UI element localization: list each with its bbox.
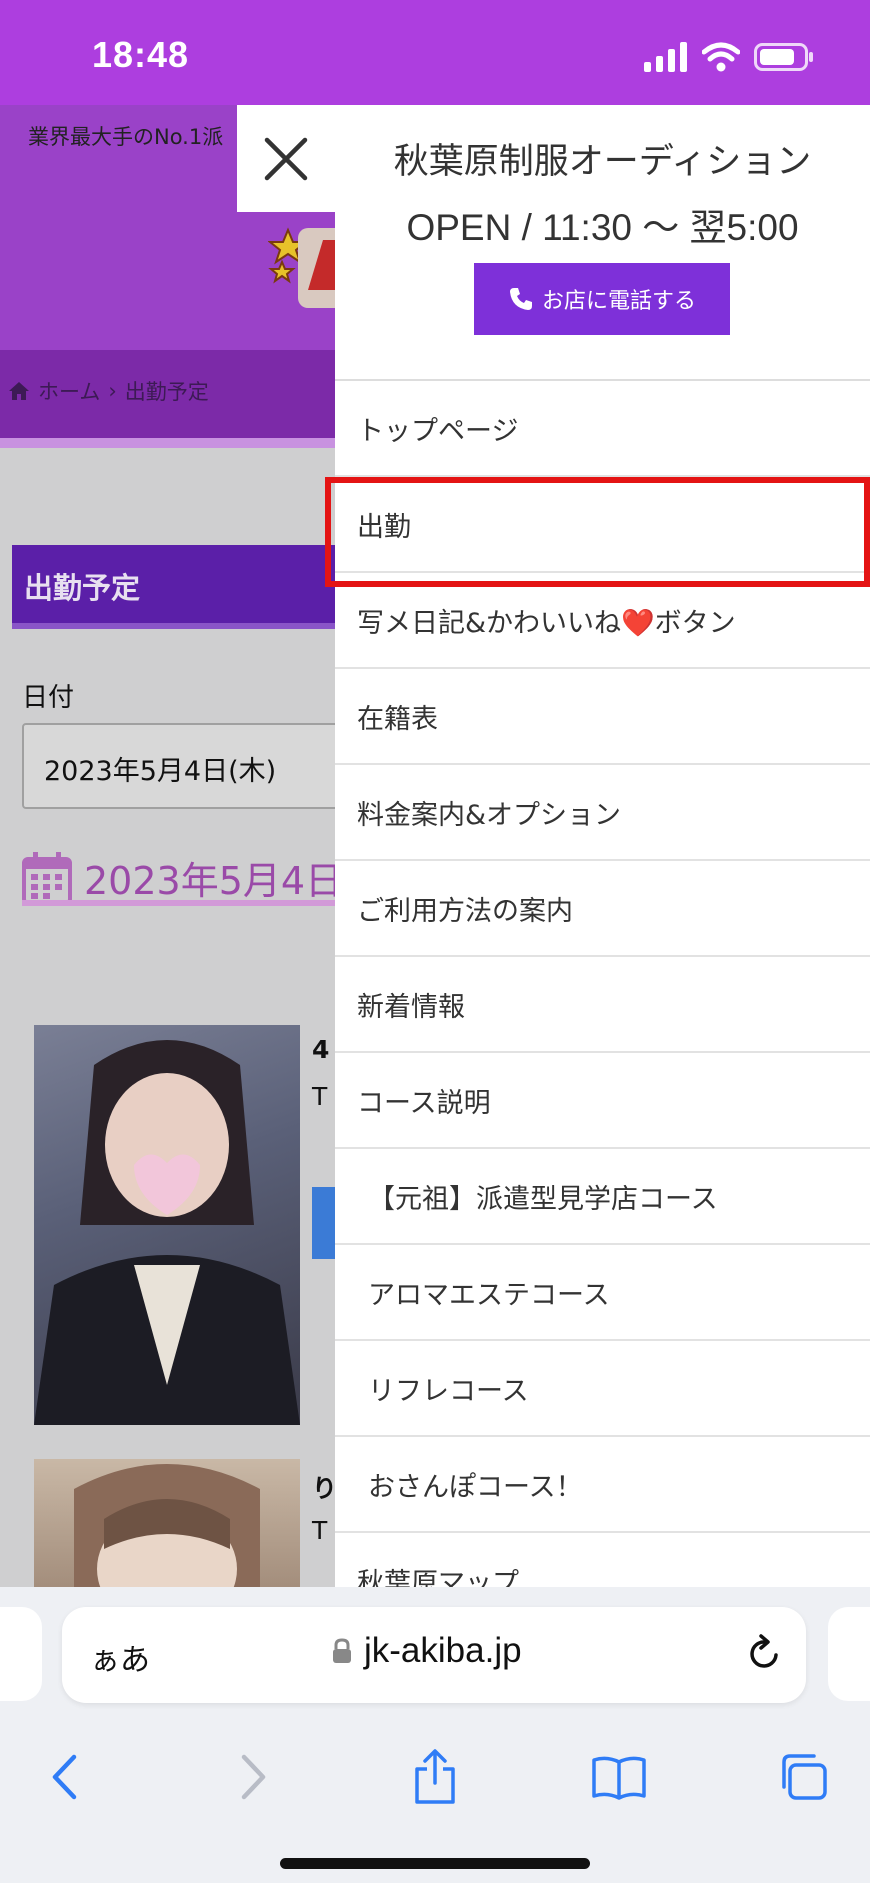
bookmarks-button[interactable] [584,1737,654,1817]
menu-item-how-to-use[interactable]: ご利用方法の案内 [335,861,870,957]
status-icons [644,42,814,72]
close-menu-button[interactable] [237,105,335,212]
lock-icon [333,1638,351,1663]
back-icon [52,1754,77,1800]
menu-item-course-aroma[interactable]: アロマエステコース [335,1245,870,1341]
wifi-icon [702,42,740,72]
menu-item-label: おさんぽコース！ [368,1471,583,1503]
menu-item-label: ご利用方法の案内 [357,895,573,927]
close-icon [264,137,308,180]
browser-bottom-bar: ぁあ jk-akiba.jp [0,1587,870,1883]
site-tagline: 業界最大手のNo.1派 [28,125,224,149]
cast-1-name-partial: 4 [312,1035,330,1064]
menu-item-photo-diary[interactable]: 写メ日記&かわいいね❤️ボタン [335,573,870,669]
menu-item-pricing[interactable]: 料金案内&オプション [335,765,870,861]
back-button[interactable] [30,1737,100,1817]
menu-item-label: 写メ日記&かわいいね❤️ボタン [357,607,736,639]
bookmarks-icon [592,1756,646,1800]
menu-item-label: アロマエステコース [368,1279,610,1311]
browser-toolbar [0,1737,870,1817]
date-heading: 2023年5月4日 [22,850,343,905]
call-shop-button[interactable]: お店に電話する [474,263,730,335]
url-display[interactable]: jk-akiba.jp [332,1631,522,1671]
home-icon [9,382,29,400]
menu-item-course-description[interactable]: コース説明 [335,1053,870,1149]
menu-item-roster[interactable]: 在籍表 [335,669,870,765]
calendar-icon [22,851,72,905]
forward-icon [241,1754,266,1800]
status-time: 18:48 [92,34,190,75]
shop-name: 秋葉原制服オーディション [393,142,812,182]
share-icon [415,1749,455,1804]
date-heading-text: 2023年5月4日 [84,859,344,903]
forward-button[interactable] [218,1737,288,1817]
menu-item-label: 料金案内&オプション [357,799,622,831]
menu-item-label: コース説明 [357,1087,491,1119]
status-bar: 18:48 [0,0,870,105]
cast-photo-2[interactable] [34,1459,300,1587]
menu-item-top-page[interactable]: トップページ [335,381,870,477]
cast-photo-1-image [34,1040,300,1425]
cast-2-name-partial: り [312,1474,338,1503]
previous-tab-preview[interactable] [0,1607,42,1701]
tabs-button[interactable] [768,1737,838,1817]
menu-item-course-dispatch[interactable]: 【元祖】派遣型見学店コース [335,1149,870,1245]
tabs-icon [782,1754,827,1800]
menu-item-akiba-map[interactable]: 秋葉原マップ [335,1533,870,1588]
breadcrumb-current: 出勤予定 [124,380,209,404]
reload-icon [750,1634,778,1668]
cast-2-info-partial: T [312,1516,328,1545]
call-shop-label: お店に電話する [541,289,696,314]
url-text: jk-akiba.jp [364,1631,522,1670]
menu-item-label: 【元祖】派遣型見学店コース [368,1183,718,1215]
menu-item-label: 出勤 [357,511,411,543]
reload-button[interactable] [746,1633,784,1677]
reader-settings-button[interactable]: ぁあ [90,1635,150,1679]
menu-item-news[interactable]: 新着情報 [335,957,870,1053]
breadcrumb-home[interactable]: ホーム [38,376,100,406]
signal-icon [644,42,687,72]
cast-photo-1[interactable] [34,1025,300,1425]
menu-item-course-walk[interactable]: おさんぽコース！ [335,1437,870,1533]
menu-item-course-reflexology[interactable]: リフレコース [335,1341,870,1437]
breadcrumb-separator: › [108,379,117,403]
share-button[interactable] [400,1737,470,1817]
address-bar[interactable]: ぁあ jk-akiba.jp [62,1607,806,1703]
menu-item-label: 在籍表 [357,703,438,735]
side-drawer-menu: 秋葉原制服オーディション OPEN / 11:30 〜 翌5:00 お店に電話す… [335,105,870,1587]
menu-item-label: リフレコース [368,1375,529,1407]
phone-icon [509,288,532,310]
date-label: 日付 [22,683,75,713]
shop-hours: OPEN / 11:30 〜 翌5:00 [406,207,799,248]
nav-menu: トップページ 出勤 写メ日記&かわいいね❤️ボタン 在籍表 料金案内&オプション… [335,379,870,1587]
battery-icon [754,43,813,71]
home-indicator [280,1858,590,1869]
cast-1-info-partial: T [312,1082,328,1111]
next-tab-preview[interactable] [828,1607,870,1701]
menu-item-attendance[interactable]: 出勤 [335,477,870,573]
menu-item-label: トップページ [357,415,519,447]
menu-item-label: 秋葉原マップ [357,1567,519,1588]
menu-item-label: 新着情報 [357,991,465,1023]
cast-photo-2-image [74,1464,260,1587]
